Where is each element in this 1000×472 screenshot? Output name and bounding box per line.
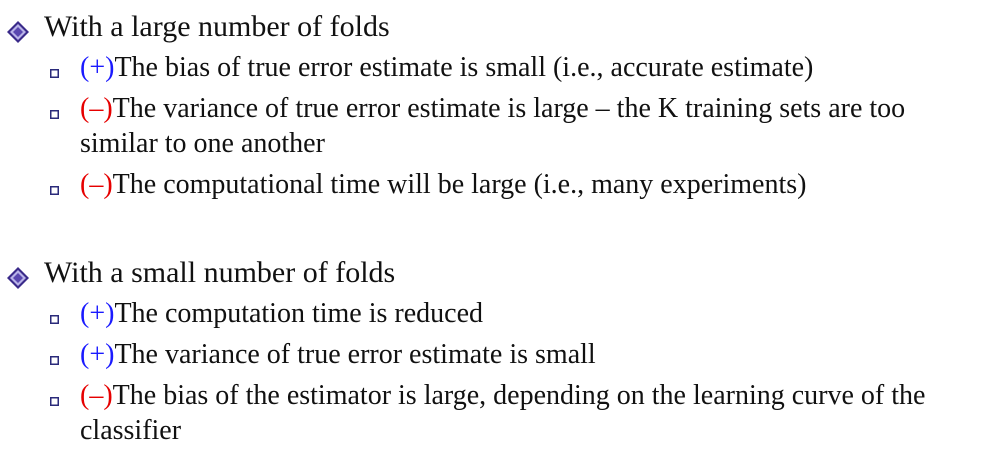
plus-sign: (+) (80, 298, 115, 329)
section-heading: With a small number of folds (44, 256, 396, 289)
sub-point-text: (–)The bias of the estimator is large, d… (80, 378, 980, 448)
main-point: With a small number of folds (0, 252, 1000, 296)
sub-point-text: (+)The bias of true error estimate is sm… (80, 50, 980, 85)
square-icon (50, 69, 59, 78)
minus-sign: (–) (80, 93, 113, 124)
sub-point-text: (+)The computation time is reduced (80, 296, 980, 331)
sub-point-body: The bias of true error estimate is small… (114, 52, 814, 83)
square-icon (50, 356, 59, 365)
diamond-icon (7, 267, 29, 289)
sub-point: (+)The variance of true error estimate i… (0, 337, 1000, 378)
sub-point-body: The computational time will be large (i.… (112, 169, 807, 200)
section-large-folds: With a large number of folds (+)The bias… (0, 6, 1000, 208)
minus-sign: (–) (80, 169, 113, 200)
minus-sign: (–) (80, 380, 113, 411)
sub-point-body: The computation time is reduced (114, 298, 484, 329)
square-icon (50, 186, 59, 195)
square-icon (50, 110, 59, 119)
slide: With a large number of folds (+)The bias… (0, 0, 1000, 472)
sub-point: (–)The variance of true error estimate i… (0, 91, 1000, 167)
sub-point-body: The variance of true error estimate is l… (80, 93, 906, 159)
sub-point-text: (–)The variance of true error estimate i… (80, 91, 980, 161)
sub-point-body: The bias of the estimator is large, depe… (80, 380, 926, 446)
sub-point: (+)The bias of true error estimate is sm… (0, 50, 1000, 91)
sub-point-text: (+)The variance of true error estimate i… (80, 337, 980, 372)
sub-point: (+)The computation time is reduced (0, 296, 1000, 337)
plus-sign: (+) (80, 339, 115, 370)
section-small-folds: With a small number of folds (+)The comp… (0, 252, 1000, 454)
main-point: With a large number of folds (0, 6, 1000, 50)
sub-point-text: (–)The computational time will be large … (80, 167, 980, 202)
square-icon (50, 315, 59, 324)
sub-point: (–)The computational time will be large … (0, 167, 1000, 208)
sub-point-body: The variance of true error estimate is s… (114, 339, 596, 370)
square-icon (50, 397, 59, 406)
diamond-icon (7, 21, 29, 43)
section-heading: With a large number of folds (44, 10, 390, 43)
sub-point: (–)The bias of the estimator is large, d… (0, 378, 1000, 454)
plus-sign: (+) (80, 52, 115, 83)
